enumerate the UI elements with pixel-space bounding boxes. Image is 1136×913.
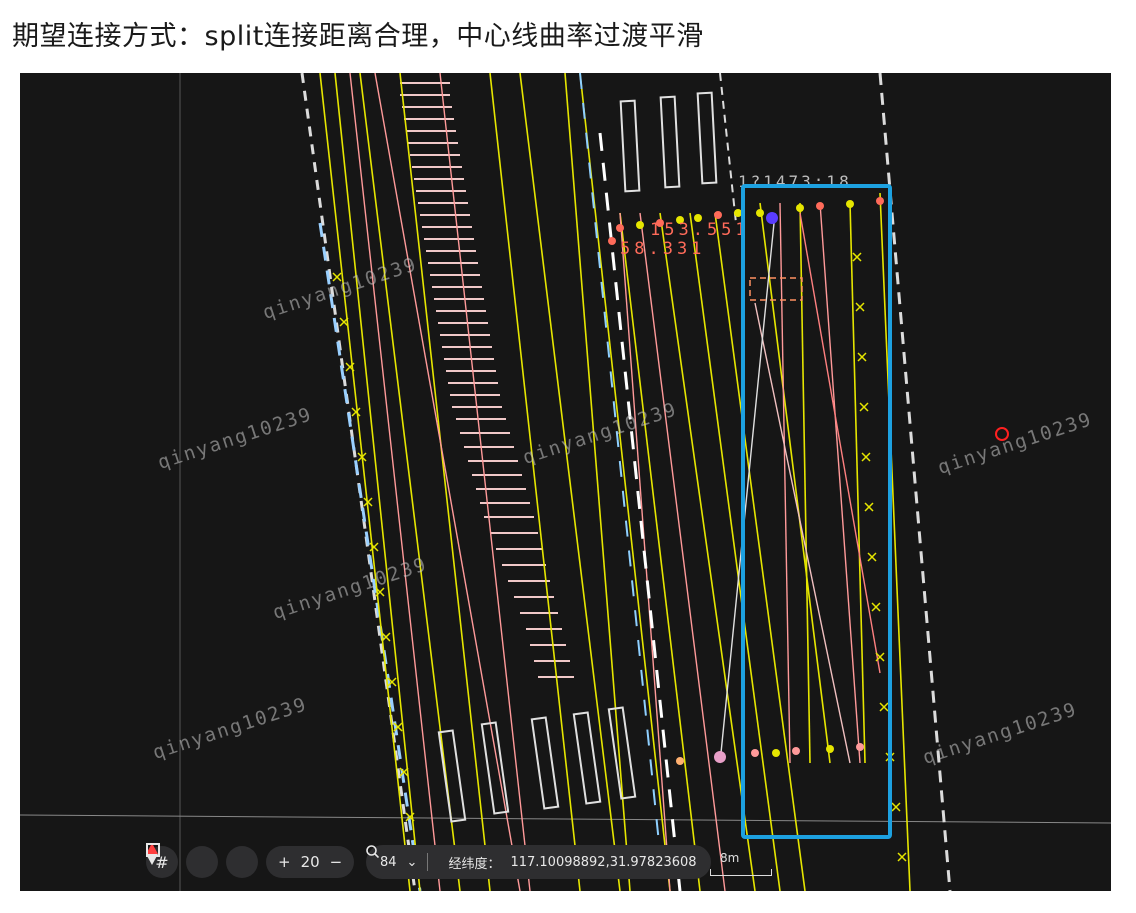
compass-icon[interactable]: [146, 843, 218, 878]
map-canvas[interactable]: [20, 73, 1111, 891]
zoom-level-value: 20: [300, 853, 320, 871]
selection-box: [741, 184, 892, 839]
scale-bar-line: [710, 869, 772, 876]
lane-arrow-boxes: [437, 91, 718, 823]
lane-divider: [579, 73, 661, 854]
square-select-icon[interactable]: [146, 843, 258, 878]
coordinate-label: 经纬度：: [448, 856, 501, 872]
page-title: 期望连接方式：split连接距离合理，中心线曲率过渡平滑: [12, 21, 704, 52]
scale-bar: 8m: [710, 851, 772, 876]
measurement-label-1: 153.551: [650, 220, 750, 240]
red-circle-marker: [995, 427, 1009, 441]
lane-divider: [719, 73, 737, 224]
zoom-out-button[interactable]: −: [330, 853, 343, 871]
coordinate-value: 117.10098892,31.97823608: [510, 854, 697, 870]
scale-bar-label: 8m: [720, 851, 740, 865]
grid-line: [20, 814, 1111, 824]
road-edge-line: [300, 73, 417, 891]
map-screenshot-photo: 1?1473:18 153.551 58.331 qinyang10239 qi…: [20, 73, 1111, 891]
measurement-label-2: 58.331: [620, 239, 706, 259]
road-edge-line: [318, 222, 422, 891]
map-toolbar: # + 20 −: [146, 843, 355, 881]
zoom-in-button[interactable]: +: [278, 853, 291, 871]
chevron-down-icon[interactable]: ⌄: [407, 855, 418, 870]
scale-dropdown[interactable]: 84: [380, 855, 397, 870]
crosswalk-stripes: [400, 82, 574, 678]
coordinate-bar: 84 ⌄ 经纬度： 117.10098892,31.97823608: [366, 845, 711, 879]
zoom-control: + 20 −: [266, 846, 355, 878]
divider: [427, 853, 429, 871]
